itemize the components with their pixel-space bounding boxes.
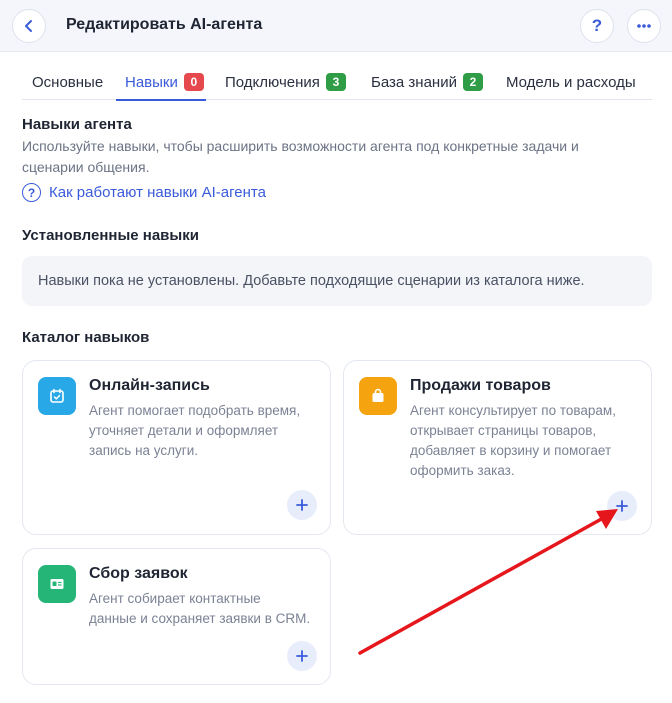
id-card-icon [38, 565, 76, 603]
shopping-bag-icon [359, 377, 397, 415]
desc-line: уточняет детали и оформляет [89, 423, 279, 438]
card-description: Агент собирает контактные данные и сохра… [89, 589, 310, 629]
tab-model-costs[interactable]: Модель и расходы [506, 64, 636, 100]
add-skill-button[interactable] [607, 491, 637, 521]
tab-connections[interactable]: Подключения 3 [225, 64, 346, 100]
skills-help-link[interactable]: ? Как работают навыки AI-агента [22, 183, 266, 202]
card-description: Агент помогает подобрать время, уточняет… [89, 401, 300, 461]
card-description: Агент консультирует по товарам, открывае… [410, 401, 616, 481]
help-link-label: Как работают навыки AI-агента [49, 184, 266, 201]
empty-state: Навыки пока не установлены. Добавьте под… [22, 256, 652, 306]
chevron-left-icon [25, 20, 32, 32]
question-icon: ? [591, 16, 603, 35]
skill-card-leads[interactable]: Сбор заявок Агент собирает контактные да… [22, 548, 331, 685]
tab-badge: 2 [462, 73, 483, 91]
page-title: Редактировать AI-агента [66, 16, 263, 33]
tab-bar: Основные Навыки 0 Подключения 3 База зна… [22, 64, 652, 101]
tab-label: Основные [32, 74, 104, 91]
card-title: Онлайн-запись [89, 377, 210, 394]
tab-badge: 0 [183, 73, 204, 91]
installed-skills-title: Установленные навыки [22, 227, 199, 244]
desc-line: добавляет в корзину и помогает [410, 443, 612, 458]
catalog-title: Каталог навыков [22, 329, 150, 346]
add-skill-button[interactable] [287, 641, 317, 671]
skill-card-booking[interactable]: Онлайн-запись Агент помогает подобрать в… [22, 360, 331, 535]
question-circle-icon: ? [22, 183, 41, 202]
card-title: Продажи товаров [410, 377, 551, 394]
plus-icon [616, 500, 628, 512]
help-button[interactable]: ? [580, 9, 614, 43]
tab-general[interactable]: Основные [32, 64, 103, 100]
more-options-button[interactable] [627, 9, 661, 43]
add-skill-button[interactable] [287, 490, 317, 520]
desc-line: оформить заказ. [410, 463, 515, 478]
card-title: Сбор заявок [89, 565, 188, 582]
back-button[interactable] [12, 9, 46, 43]
plus-icon [296, 499, 308, 511]
skills-description: Используйте навыки, чтобы расширить возм… [22, 138, 579, 175]
tab-label: База знаний [371, 74, 457, 91]
top-bar: Редактировать AI-агента ? [0, 0, 672, 52]
desc-line: Агент консультирует по товарам, [410, 403, 616, 418]
desc-line: открывает страницы товаров, [410, 423, 597, 438]
calendar-icon [38, 377, 76, 415]
desc-line: данные и сохраняет заявки в CRM. [89, 611, 311, 626]
tab-label: Навыки [125, 74, 178, 91]
desc-line: запись на услуги. [89, 443, 198, 458]
tab-badge: 3 [325, 73, 346, 91]
desc-line: Агент собирает контактные [89, 591, 261, 606]
tab-label: Модель и расходы [506, 74, 636, 91]
skills-title: Навыки агента [22, 116, 132, 133]
skill-card-sales[interactable]: Продажи товаров Агент консультирует по т… [343, 360, 652, 535]
tab-skills[interactable]: Навыки 0 [116, 64, 206, 101]
desc-line: Агент помогает подобрать время, [89, 403, 301, 418]
tab-label: Подключения [225, 74, 320, 91]
tab-knowledge-base[interactable]: База знаний 2 [371, 64, 483, 100]
more-dots-icon [637, 24, 651, 28]
plus-icon [296, 650, 308, 662]
